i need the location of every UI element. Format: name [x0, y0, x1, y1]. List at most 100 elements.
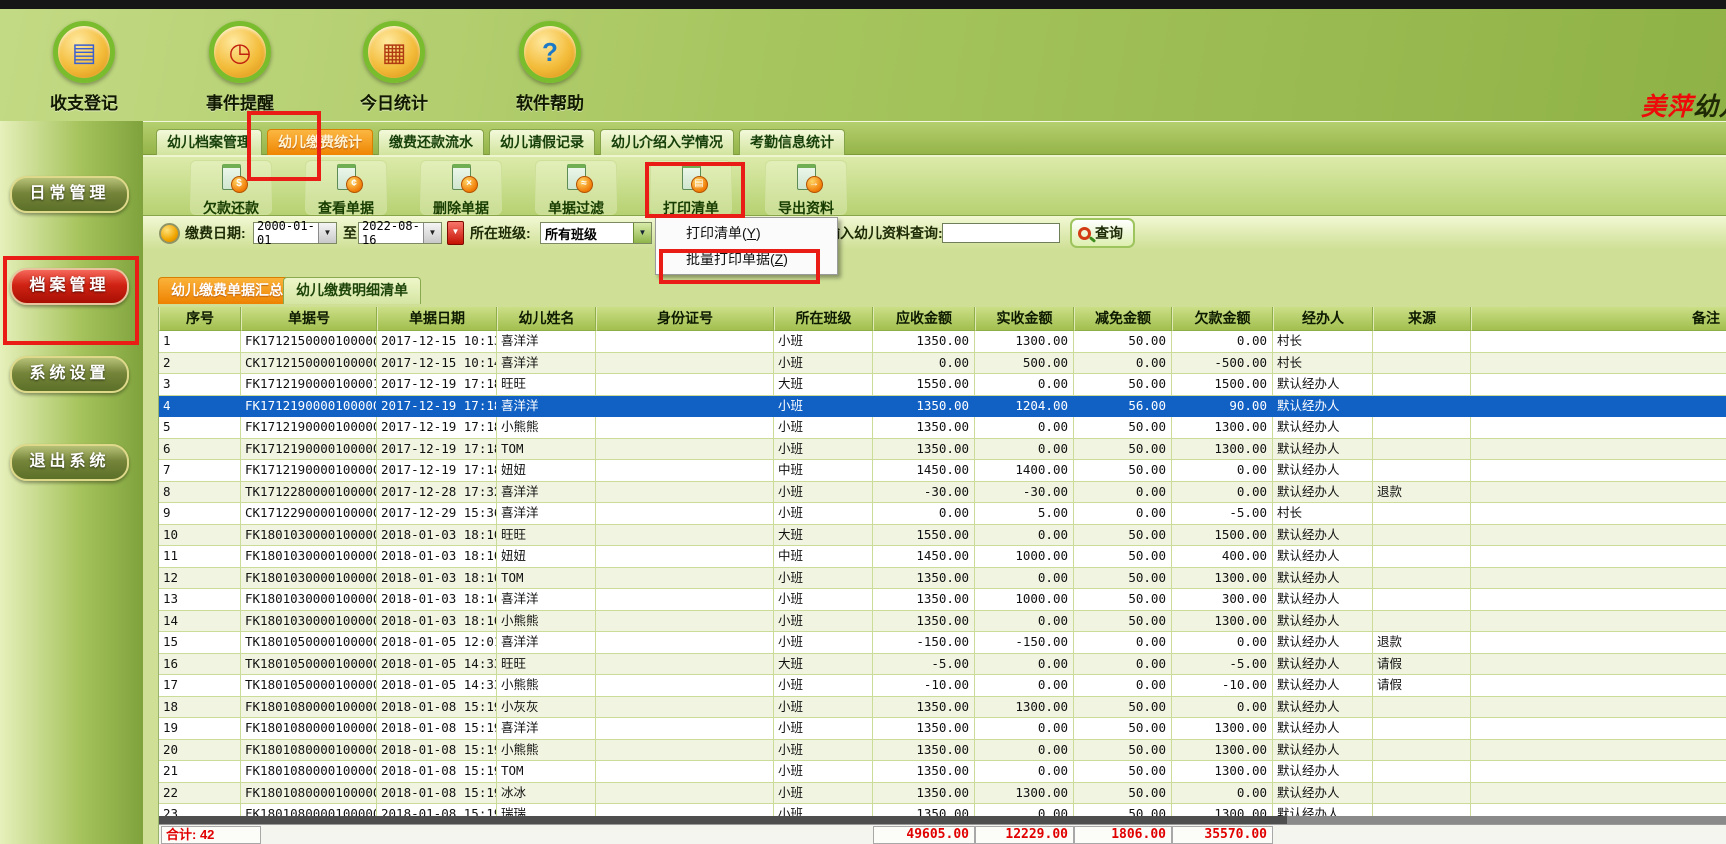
search-input[interactable] — [942, 223, 1060, 243]
table-row[interactable]: 4FK171219000010000062017-12-19 17:18:22喜… — [159, 396, 1726, 418]
sidebar-item-4[interactable]: 退出系统 — [10, 444, 129, 481]
menu-item-2[interactable]: 批量打印单据(Z) — [656, 246, 837, 272]
cell-所在班级: 小班 — [774, 718, 873, 740]
column-header-6[interactable]: 所在班级 — [774, 307, 873, 331]
table-row[interactable]: 8TK171228000010000012017-12-28 17:32:21喜… — [159, 482, 1726, 504]
cell-身份证号 — [596, 718, 774, 740]
date-quick-button[interactable]: ▼ — [447, 216, 464, 250]
horizontal-scrollbar[interactable] — [159, 816, 1726, 824]
cell-单据号: FK17121900001000009 — [241, 460, 377, 482]
class-combo[interactable]: 所有班级▼ — [540, 216, 652, 250]
cell-备注 — [1471, 374, 1726, 396]
receipt-view-icon: ¢ — [337, 164, 356, 190]
date-from-combo[interactable]: 2000-01-01▼ — [253, 216, 337, 250]
cell-经办人: 默认经办人 — [1273, 417, 1373, 439]
tab-2[interactable]: 幼儿缴费统计 — [267, 129, 373, 155]
delete-receipt-button[interactable]: ×删除单据 — [420, 160, 502, 215]
table-row[interactable]: 19FK180108000010000012018-01-08 15:19:59… — [159, 718, 1726, 740]
scrollbar-thumb[interactable] — [159, 816, 1287, 824]
cell-欠款金额: 90.00 — [1172, 396, 1273, 418]
tab-3[interactable]: 缴费还款流水 — [378, 129, 484, 155]
column-header-9[interactable]: 减免金额 — [1074, 307, 1172, 331]
cell-身份证号 — [596, 503, 774, 525]
cell-欠款金额: 1500.00 — [1172, 525, 1273, 547]
top-toolbar-button-1[interactable]: ▤收支登记 — [28, 21, 140, 114]
table-row[interactable]: 7FK171219000010000092017-12-19 17:18:22妞… — [159, 460, 1726, 482]
cell-单据号: FK18010800001000003 — [241, 761, 377, 783]
table-row[interactable]: 20FK180108000010000022018-01-08 15:19:59… — [159, 740, 1726, 762]
cell-所在班级: 小班 — [774, 503, 873, 525]
filter-radio[interactable] — [159, 216, 180, 250]
table-row[interactable]: 9CK171229000010000012017-12-29 15:36:02喜… — [159, 503, 1726, 525]
table-row[interactable]: 23FK180108000010000052018-01-08 15:19:59… — [159, 804, 1726, 816]
top-toolbar-button-4[interactable]: ?软件帮助 — [494, 21, 606, 114]
cell-幼儿姓名: 小熊熊 — [497, 417, 596, 439]
export-data-button[interactable]: →导出资料 — [765, 160, 847, 215]
subtab-2[interactable]: 幼儿缴费明细清单 — [283, 277, 421, 304]
column-header-3[interactable]: 单据日期 — [377, 307, 497, 331]
sidebar-item-3[interactable]: 系统设置 — [10, 356, 129, 393]
cell-欠款金额: 300.00 — [1172, 589, 1273, 611]
menu-item-1[interactable]: 打印清单(Y) — [656, 220, 837, 246]
date-from-dropdown-icon[interactable]: ▼ — [318, 223, 336, 243]
top-toolbar-button-3[interactable]: ▦今日统计 — [338, 21, 450, 114]
cell-备注 — [1471, 783, 1726, 805]
column-header-10[interactable]: 欠款金额 — [1172, 307, 1273, 331]
cell-备注 — [1471, 417, 1726, 439]
table-row[interactable]: 3FK171219000010000102017-12-19 17:18:22旺… — [159, 374, 1726, 396]
column-header-12[interactable]: 来源 — [1373, 307, 1471, 331]
table-row[interactable]: 16TK180105000010000052018-01-05 14:33:19… — [159, 654, 1726, 676]
column-header-1[interactable]: 序号 — [159, 307, 241, 331]
table-row[interactable]: 14FK180103000010000022018-01-03 18:10:41… — [159, 611, 1726, 633]
sidebar-item-2[interactable]: 档案管理 — [10, 268, 129, 305]
table-row[interactable]: 5FK171219000010000072017-12-19 17:18:22小… — [159, 417, 1726, 439]
column-header-5[interactable]: 身份证号 — [596, 307, 774, 331]
column-header-11[interactable]: 经办人 — [1273, 307, 1373, 331]
cell-来源 — [1373, 439, 1471, 461]
table-row[interactable]: 18FK180108000010000092018-01-08 15:19:59… — [159, 697, 1726, 719]
subtab-1[interactable]: 幼儿缴费单据汇总 — [158, 277, 296, 304]
tab-5[interactable]: 幼儿介绍入学情况 — [600, 129, 734, 155]
date-to-dropdown-icon[interactable]: ▼ — [423, 223, 441, 243]
cell-所在班级: 小班 — [774, 632, 873, 654]
cell-身份证号 — [596, 761, 774, 783]
column-header-7[interactable]: 应收金额 — [873, 307, 975, 331]
cell-欠款金额: 1300.00 — [1172, 740, 1273, 762]
table-row[interactable]: 11FK180103000010000052018-01-03 18:10:41… — [159, 546, 1726, 568]
cell-单据号: FK18010300001000003 — [241, 568, 377, 590]
cell-实收金额: 0.00 — [975, 568, 1074, 590]
repay-arrears-button[interactable]: $欠款还款 — [190, 160, 272, 215]
table-row[interactable]: 21FK180108000010000032018-01-08 15:19:59… — [159, 761, 1726, 783]
cell-欠款金额: -10.00 — [1172, 675, 1273, 697]
table-row[interactable]: 2CK171215000010000012017-12-15 10:14:43喜… — [159, 353, 1726, 375]
cell-应收金额: -10.00 — [873, 675, 975, 697]
cell-经办人: 村长 — [1273, 353, 1373, 375]
table-row[interactable]: 10FK180103000010000062018-01-03 18:10:41… — [159, 525, 1726, 547]
tab-6[interactable]: 考勤信息统计 — [739, 129, 845, 155]
cell-来源 — [1373, 589, 1471, 611]
table-row[interactable]: 22FK180108000010000042018-01-08 15:19:59… — [159, 783, 1726, 805]
cell-备注 — [1471, 568, 1726, 590]
cell-实收金额: 5.00 — [975, 503, 1074, 525]
table-row[interactable]: 17TK180105000010000062018-01-05 14:33:19… — [159, 675, 1726, 697]
top-toolbar-button-2[interactable]: ◷事件提醒 — [184, 21, 296, 114]
table-row[interactable]: 13FK180103000010000012018-01-03 18:10:41… — [159, 589, 1726, 611]
view-receipt-button[interactable]: ¢查看单据 — [305, 160, 387, 215]
search-button[interactable]: 查询 — [1070, 218, 1135, 248]
table-row[interactable]: 1FK171215000010000012017-12-15 10:13:24喜… — [159, 331, 1726, 353]
column-header-2[interactable]: 单据号 — [241, 307, 377, 331]
column-header-13[interactable]: 备注 — [1471, 307, 1726, 331]
subtab-bar: 幼儿缴费单据汇总幼儿缴费明细清单 — [143, 278, 1726, 304]
tab-4[interactable]: 幼儿请假记录 — [489, 129, 595, 155]
table-row[interactable]: 15TK180105000010000032018-01-05 12:01:36… — [159, 632, 1726, 654]
table-row[interactable]: 6FK171219000010000082017-12-19 17:18:22T… — [159, 439, 1726, 461]
table-row[interactable]: 12FK180103000010000032018-01-03 18:10:41… — [159, 568, 1726, 590]
date-to-combo[interactable]: 2022-08-16▼ — [358, 216, 442, 250]
tab-1[interactable]: 幼儿档案管理 — [156, 129, 262, 155]
column-header-8[interactable]: 实收金额 — [975, 307, 1074, 331]
sidebar-item-1[interactable]: 日常管理 — [10, 176, 129, 213]
class-dropdown-icon[interactable]: ▼ — [633, 223, 651, 243]
filter-receipt-button[interactable]: ≈单据过滤 — [535, 160, 617, 215]
column-header-4[interactable]: 幼儿姓名 — [497, 307, 596, 331]
print-list-button[interactable]: ▤打印清单 — [650, 160, 732, 215]
